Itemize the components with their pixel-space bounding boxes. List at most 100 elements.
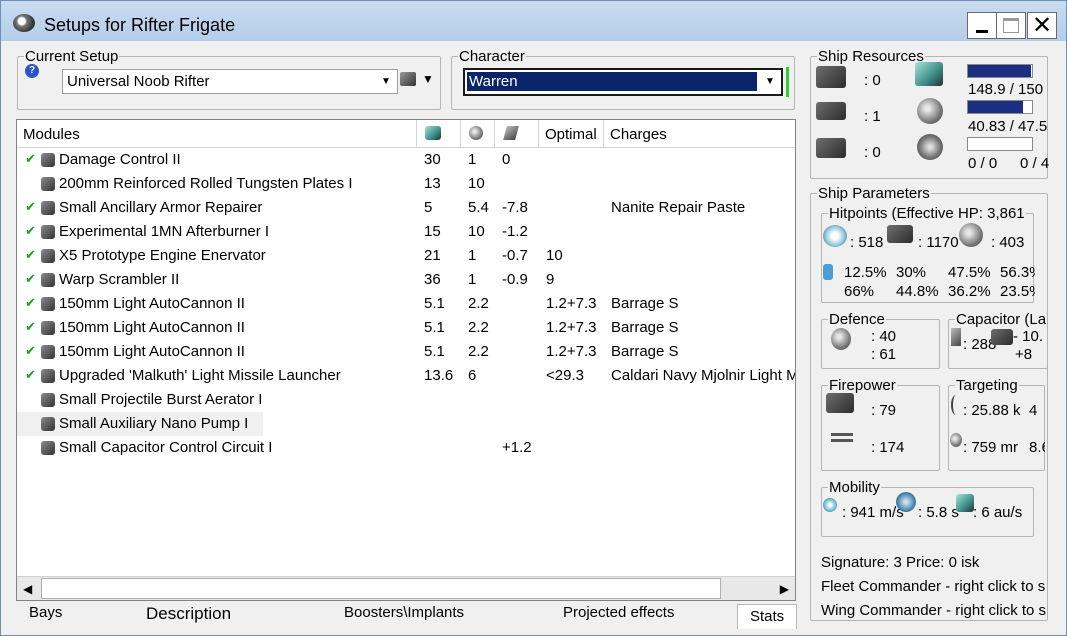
defence-icon (831, 328, 851, 350)
module-optimal-cell: 1.2+7.3 (546, 343, 597, 360)
module-c1-cell: 5.1 (424, 295, 445, 312)
active-check-icon[interactable]: ✔ (25, 319, 36, 335)
module-c1-cell: 5.1 (424, 319, 445, 336)
mobility-legend: Mobility (828, 479, 881, 496)
active-check-icon[interactable]: ✔ (25, 295, 36, 311)
module-icon (41, 441, 55, 455)
module-row[interactable]: Small Auxiliary Nano Pump I (17, 412, 263, 436)
module-name: 200mm Reinforced Rolled Tungsten Plates … (59, 175, 353, 192)
character-select[interactable]: Warren ▼ (463, 68, 783, 96)
module-row[interactable]: ✔ Upgraded 'Malkuth' Light Missile Launch… (17, 364, 795, 388)
drone-bay-value: 0 / 4 (1020, 155, 1050, 172)
active-check-icon[interactable]: ✔ (25, 151, 36, 167)
scan-resolution-icon (950, 433, 962, 447)
module-optimal-cell: 9 (546, 271, 555, 288)
module-row[interactable]: Small Capacitor Control Circuit I +1.2 (17, 436, 795, 460)
module-row[interactable]: ✔ 150mm Light AutoCannon II 5.1 2.2 1.2+7.3 B… (17, 316, 795, 340)
tab-bays[interactable]: Bays (29, 604, 62, 628)
rig-slots-value: : 0 (864, 144, 881, 161)
wing-commander-text[interactable]: Wing Commander - right click to s (821, 602, 1051, 619)
scrollbar-thumb[interactable] (41, 578, 721, 599)
module-row[interactable]: 200mm Reinforced Rolled Tungsten Plates … (17, 172, 795, 196)
module-c2-cell: 2.2 (468, 295, 489, 312)
active-check-icon[interactable]: ✔ (25, 271, 36, 287)
close-button[interactable]: ✕ (1027, 12, 1057, 39)
column-header-charges[interactable]: Charges (604, 120, 795, 148)
module-icon (41, 273, 55, 287)
tab-boosters-implants[interactable]: Boosters\Implants (344, 604, 464, 628)
targeting-legend: Targeting (955, 377, 1019, 394)
horizontal-scrollbar[interactable]: ◀ ▶ (17, 576, 795, 600)
module-row[interactable]: ✔ 150mm Light AutoCannon II 5.1 2.2 1.2+7.3 B… (17, 340, 795, 364)
active-check-icon[interactable]: ✔ (25, 223, 36, 239)
title-bar[interactable]: Setups for Rifter Frigate ✕ (1, 1, 1066, 41)
chevron-down-icon[interactable]: ▼ (760, 71, 780, 92)
active-check-icon[interactable]: ✔ (25, 247, 36, 263)
module-icon (41, 177, 55, 191)
tab-stats[interactable]: Stats (737, 604, 797, 629)
module-row[interactable]: ✔ 150mm Light AutoCannon II 5.1 2.2 1.2+7.3 B… (17, 292, 795, 316)
module-optimal-cell: 1.2+7.3 (546, 319, 597, 336)
module-c3-cell: +1.2 (502, 439, 532, 456)
chevron-down-icon[interactable]: ▼ (376, 71, 396, 92)
help-icon[interactable]: ? (25, 64, 39, 78)
app-icon (13, 14, 35, 32)
armor-hp-value: : 1170 (918, 234, 959, 251)
targeting-group: Targeting (948, 377, 1045, 471)
module-row[interactable]: ✔ Damage Control II 30 1 0 (17, 148, 795, 172)
maximize-button[interactable] (996, 12, 1026, 39)
tab-description[interactable]: Description (146, 604, 231, 628)
module-name: 150mm Light AutoCannon II (59, 343, 245, 360)
active-check-icon[interactable]: ✔ (25, 343, 36, 359)
structure-hp-value: : 403 (991, 234, 1025, 251)
turret-hardpoints-value: : 0 (864, 72, 881, 89)
module-c1-cell: 5.1 (424, 343, 445, 360)
module-icon (41, 297, 55, 311)
resist-thermal-value: 30% (896, 264, 927, 281)
module-c3-cell: 0 (502, 151, 511, 168)
setup-tools-icon[interactable] (400, 72, 416, 86)
module-name: 150mm Light AutoCannon II (59, 319, 245, 336)
power-grid-icon (917, 98, 943, 124)
fleet-commander-text[interactable]: Fleet Commander - right click to s (821, 578, 1051, 595)
em-resist-icon (823, 264, 833, 280)
column-header-modules[interactable]: Modules (17, 120, 417, 148)
module-row[interactable]: ✔ X5 Prototype Engine Enervator 21 1 -0.7 10 (17, 244, 795, 268)
active-check-icon[interactable]: ✔ (25, 367, 36, 383)
turret-dps-icon (826, 393, 854, 413)
module-row[interactable]: ✔ Warp Scrambler II 36 1 -0.9 9 (17, 268, 795, 292)
module-name: X5 Prototype Engine Enervator (59, 247, 266, 264)
column-header-power[interactable] (461, 120, 495, 148)
tab-projected-effects[interactable]: Projected effects (563, 604, 674, 628)
character-status-indicator (786, 67, 789, 97)
module-optimal-cell: 10 (546, 247, 563, 264)
column-header-cpu[interactable] (417, 120, 461, 148)
velocity-icon (823, 498, 837, 512)
module-optimal-cell: <29.3 (546, 367, 584, 384)
module-c2-cell: 10 (468, 175, 485, 192)
setup-menu-arrow-icon[interactable]: ▼ (422, 72, 434, 86)
current-setup-legend: Current Setup (24, 48, 120, 65)
module-name: Experimental 1MN Afterburner I (59, 223, 270, 240)
cpu-bar (967, 64, 1033, 78)
module-row[interactable]: ✔ Small Ancillary Armor Repairer 5 5.4 -7.8 N… (17, 196, 795, 220)
module-row[interactable]: ✔ Experimental 1MN Afterburner I 15 10 -1.2 (17, 220, 795, 244)
scroll-left-icon[interactable]: ◀ (23, 582, 32, 596)
active-check-icon[interactable]: ✔ (25, 199, 36, 215)
firepower-value-2: : 174 (871, 439, 905, 456)
launcher-hardpoint-icon (816, 102, 846, 120)
module-charges-cell: Barrage S (611, 319, 679, 336)
cpu-icon (915, 62, 943, 86)
scroll-right-icon[interactable]: ▶ (780, 582, 789, 596)
module-c1-cell: 36 (424, 271, 441, 288)
launcher-hardpoints-value: : 1 (864, 108, 881, 125)
minimize-button[interactable] (967, 12, 997, 39)
column-header-capacitor[interactable] (495, 120, 539, 148)
resist-explosive-value: 56.3% (1000, 264, 1035, 281)
module-row[interactable]: Small Projectile Burst Aerator I (17, 388, 795, 412)
module-icon (41, 393, 55, 407)
module-c1-cell: 5 (424, 199, 433, 216)
module-c2-cell: 1 (468, 151, 477, 168)
column-header-optimal[interactable]: Optimal (539, 120, 604, 148)
setup-select[interactable]: Universal Noob Rifter ▼ (62, 69, 398, 94)
